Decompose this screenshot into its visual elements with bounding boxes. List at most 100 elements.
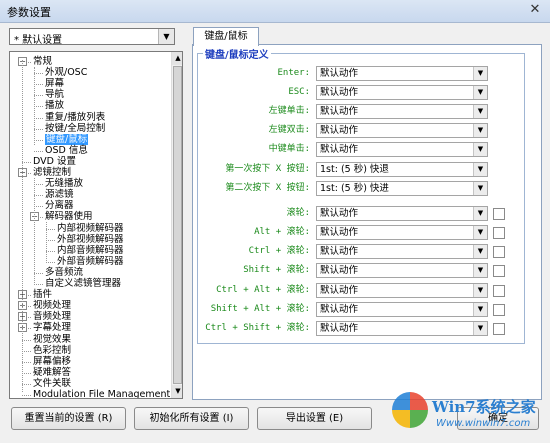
key-action-value: 默认动作 [320, 304, 359, 315]
tree-item[interactable]: OSD 信息 [45, 145, 88, 156]
chevron-down-icon[interactable]: ▼ [473, 245, 487, 258]
key-action-select[interactable]: 默认动作 ▼ [316, 225, 488, 240]
key-action-select[interactable]: 默认动作 ▼ [316, 206, 488, 221]
tree-item[interactable]: 外部音频解码器 [57, 256, 124, 267]
key-action-select[interactable]: 默认动作 ▼ [316, 244, 488, 259]
tree-item[interactable]: 解码器使用 [45, 211, 93, 222]
key-action-value: 默认动作 [320, 87, 359, 98]
tree-item[interactable]: 字幕处理 [33, 322, 71, 333]
tree-item[interactable]: 音频处理 [33, 311, 71, 322]
settings-tree[interactable]: 常规 − 外观/OSC 屏幕 导航 播放 重复/播放列表 按键/全局控制 键盘/鼠标 OSD 信息… [9, 51, 183, 399]
tree-item[interactable]: 外观/OSC [45, 67, 87, 78]
chevron-down-icon[interactable]: ▼ [473, 86, 487, 99]
tree-connector [46, 261, 55, 263]
key-action-select[interactable]: 默认动作 ▼ [316, 263, 488, 278]
watermark-url: Www.winwin7.com [436, 418, 531, 429]
scroll-thumb[interactable] [173, 66, 182, 384]
key-row-checkbox[interactable] [493, 227, 505, 239]
chevron-down-icon[interactable]: ▼ [473, 207, 487, 220]
key-action-select[interactable]: 默认动作 ▼ [316, 302, 488, 317]
key-action-select[interactable]: 默认动作 ▼ [316, 104, 488, 119]
tree-connector [34, 117, 43, 119]
tree-item[interactable]: DVD 设置 [33, 156, 76, 167]
export-button[interactable]: 导出设置 (E) [257, 407, 372, 430]
key-action-select[interactable]: 默认动作 ▼ [316, 283, 488, 298]
key-action-select[interactable]: 默认动作 ▼ [316, 321, 488, 336]
key-row-checkbox[interactable] [493, 285, 505, 297]
tree-item[interactable]: 色彩控制 [33, 345, 71, 356]
tree-item[interactable]: 导航 [45, 89, 64, 100]
tree-item[interactable]: 播放 [45, 100, 64, 111]
key-row-checkbox[interactable] [493, 323, 505, 335]
chevron-down-icon[interactable]: ▼ [473, 264, 487, 277]
tree-item[interactable]: 内部音频解码器 [57, 245, 124, 256]
chevron-down-icon[interactable]: ▼ [473, 163, 487, 176]
tree-item[interactable]: 自定义滤镜管理器 [45, 278, 121, 289]
chevron-down-icon[interactable]: ▼ [473, 182, 487, 195]
preset-select[interactable]: * 默认设置 ▼ [9, 28, 175, 46]
reset-current-button[interactable]: 重置当前的设置 (R) [11, 407, 126, 430]
key-row-checkbox[interactable] [493, 265, 505, 277]
tree-item[interactable]: 常规 [33, 56, 52, 67]
tree-guide-line [22, 60, 23, 392]
chevron-down-icon[interactable]: ▼ [473, 322, 487, 335]
tree-connector [34, 73, 43, 75]
tree-guide-line [34, 67, 35, 145]
tree-item[interactable]: 多音频流 [45, 267, 83, 278]
tree-item[interactable]: 视觉效果 [33, 334, 71, 345]
key-row-label: Alt + 滚轮: [254, 227, 310, 237]
tree-connector [22, 350, 31, 352]
key-row-label: 第一次按下 X 按钮: [225, 164, 310, 174]
tree-connector [34, 95, 43, 97]
tree-item[interactable]: 屏幕偏移 [33, 356, 71, 367]
chevron-down-icon[interactable]: ▼ [158, 29, 174, 44]
tree-item[interactable]: 内部视频解码器 [57, 223, 124, 234]
chevron-down-icon[interactable]: ▼ [473, 67, 487, 80]
tree-item[interactable]: 按键/全局控制 [45, 123, 105, 134]
key-action-value: 默认动作 [320, 227, 359, 238]
tree-item[interactable]: 插件 [33, 289, 52, 300]
init-all-button[interactable]: 初始化所有设置 (I) [134, 407, 249, 430]
close-button[interactable]: ✕ [526, 3, 544, 18]
chevron-down-icon[interactable]: ▼ [473, 124, 487, 137]
key-action-select[interactable]: 1st: (5 秒) 快进 ▼ [316, 181, 488, 196]
tree-item[interactable]: Modulation File Management [33, 389, 170, 398]
key-action-select[interactable]: 默认动作 ▼ [316, 123, 488, 138]
tree-item[interactable]: 重复/播放列表 [45, 112, 105, 123]
chevron-down-icon[interactable]: ▼ [473, 105, 487, 118]
scroll-up-icon[interactable]: ▲ [172, 52, 182, 65]
tree-item[interactable]: 视频处理 [33, 300, 71, 311]
key-action-value: 默认动作 [320, 106, 359, 117]
tree-item[interactable]: 疑难解答 [33, 367, 71, 378]
tree-scrollbar[interactable]: ▲ ▼ [171, 52, 182, 398]
scroll-down-icon[interactable]: ▼ [172, 385, 182, 398]
key-row-checkbox[interactable] [493, 304, 505, 316]
key-action-select[interactable]: 默认动作 ▼ [316, 66, 488, 81]
chevron-down-icon[interactable]: ▼ [473, 284, 487, 297]
tree-item[interactable]: 滤镜控制 [33, 167, 71, 178]
chevron-down-icon[interactable]: ▼ [473, 143, 487, 156]
chevron-down-icon[interactable]: ▼ [473, 226, 487, 239]
key-row-checkbox[interactable] [493, 246, 505, 258]
tree-item[interactable]: 分离器 [45, 200, 74, 211]
key-row-label: 滚轮: [286, 208, 310, 218]
key-action-select[interactable]: 默认动作 ▼ [316, 142, 488, 157]
tree-item[interactable]: 无缝播放 [45, 178, 83, 189]
tree-item[interactable]: 键盘/鼠标 [45, 133, 89, 145]
tree-connector [34, 106, 43, 108]
tree-item[interactable]: 外部视频解码器 [57, 234, 124, 245]
key-row-checkbox[interactable] [493, 208, 505, 220]
key-row-label: Ctrl + 滚轮: [248, 246, 310, 256]
tab-keyboard-mouse[interactable]: 键盘/鼠标 [193, 27, 259, 46]
key-row-label: Ctrl + Shift + 滚轮: [205, 323, 310, 333]
tree-connector [34, 284, 43, 285]
tree-item[interactable]: 文件关联 [33, 378, 71, 389]
key-action-select[interactable]: 默认动作 ▼ [316, 85, 488, 100]
key-row-label: Shift + Alt + 滚轮: [210, 304, 310, 314]
tree-item[interactable]: 源滤镜 [45, 189, 74, 200]
chevron-down-icon[interactable]: ▼ [473, 303, 487, 316]
key-action-value: 默认动作 [320, 208, 359, 219]
tree-connector [46, 250, 55, 252]
tree-item[interactable]: 屏幕 [45, 78, 64, 89]
key-action-select[interactable]: 1st: (5 秒) 快退 ▼ [316, 162, 488, 177]
